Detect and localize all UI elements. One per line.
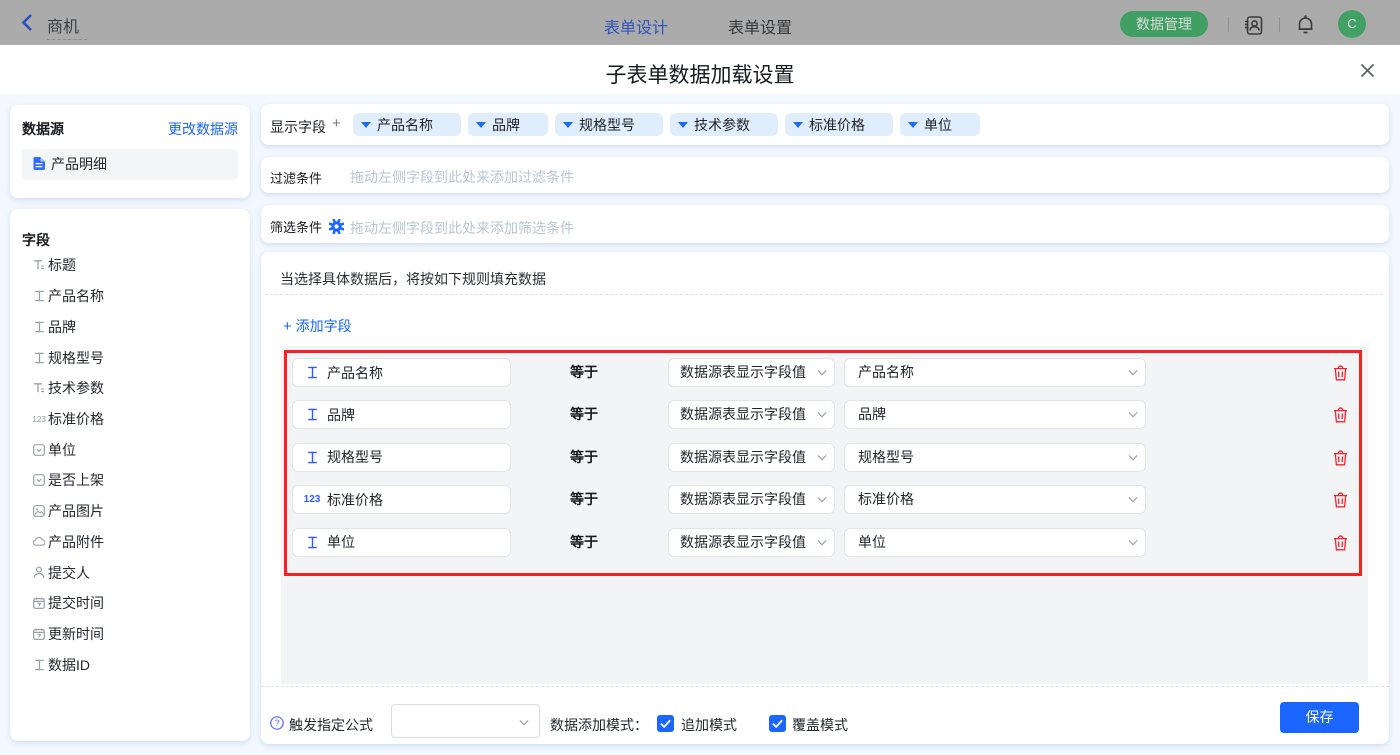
svg-text:?: ? xyxy=(274,718,279,728)
